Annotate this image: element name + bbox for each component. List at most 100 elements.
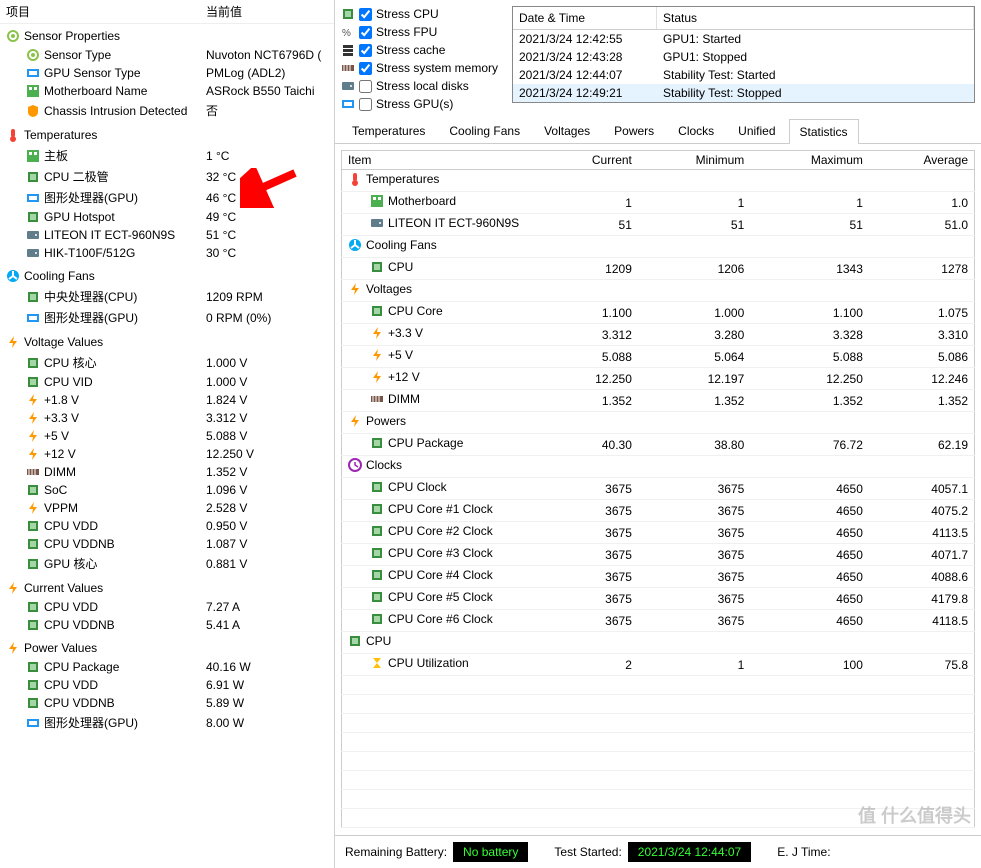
stats-item-row[interactable]: +3.3 V3.3123.2803.3283.310 bbox=[342, 324, 975, 346]
sensor-row[interactable]: 中央处理器(CPU)1209 RPM bbox=[6, 286, 328, 307]
tab-voltages[interactable]: Voltages bbox=[533, 118, 601, 143]
stats-item-row[interactable]: +12 V12.25012.19712.25012.246 bbox=[342, 368, 975, 390]
stats-minimum: 3675 bbox=[638, 610, 750, 632]
tab-statistics[interactable]: Statistics bbox=[789, 119, 859, 144]
sensor-row[interactable]: GPU Hotspot49 °C bbox=[6, 208, 328, 226]
sensor-row[interactable]: CPU 核心1.000 V bbox=[6, 352, 328, 373]
sensor-row[interactable]: CPU VDDNB5.89 W bbox=[6, 694, 328, 712]
stats-column-header[interactable]: Minimum bbox=[638, 151, 750, 170]
sensor-row[interactable]: CPU VDD6.91 W bbox=[6, 676, 328, 694]
stats-minimum: 12.197 bbox=[638, 368, 750, 390]
sensor-row[interactable]: HIK-T100F/512G30 °C bbox=[6, 244, 328, 262]
sensor-row[interactable]: CPU VDD0.950 V bbox=[6, 517, 328, 535]
sensor-tree-panel[interactable]: 项目 当前值 Sensor PropertiesSensor TypeNuvot… bbox=[0, 0, 335, 868]
gpu-icon bbox=[26, 191, 40, 205]
stats-item-row[interactable]: CPU Core #4 Clock3675367546504088.6 bbox=[342, 566, 975, 588]
dimm-icon bbox=[370, 392, 384, 406]
section-sensor-properties[interactable]: Sensor Properties bbox=[6, 26, 328, 46]
sensor-row[interactable]: 图形处理器(GPU)46 °C bbox=[6, 187, 328, 208]
stats-item-row[interactable]: CPU Core #2 Clock3675367546504113.5 bbox=[342, 522, 975, 544]
section-current-values[interactable]: Current Values bbox=[6, 578, 328, 598]
statistics-table[interactable]: ItemCurrentMinimumMaximumAverage Tempera… bbox=[341, 150, 975, 828]
stats-item-row[interactable]: CPU1209120613431278 bbox=[342, 258, 975, 280]
stress-checkbox[interactable] bbox=[359, 44, 372, 57]
stats-group-row[interactable]: Clocks bbox=[342, 456, 975, 478]
stats-item-row[interactable]: LITEON IT ECT-960N9S51515151.0 bbox=[342, 214, 975, 236]
sensor-row[interactable]: SoC1.096 V bbox=[6, 481, 328, 499]
stats-maximum: 4650 bbox=[750, 478, 869, 500]
stats-item-row[interactable]: DIMM1.3521.3521.3521.352 bbox=[342, 390, 975, 412]
section-cooling-fans[interactable]: Cooling Fans bbox=[6, 266, 328, 286]
section-temperatures[interactable]: Temperatures bbox=[6, 125, 328, 145]
stress-checkbox[interactable] bbox=[359, 98, 372, 111]
sensor-label: GPU Sensor Type bbox=[44, 66, 141, 80]
sensor-row[interactable]: +3.3 V3.312 V bbox=[6, 409, 328, 427]
tab-cooling-fans[interactable]: Cooling Fans bbox=[438, 118, 531, 143]
sensor-row[interactable]: DIMM1.352 V bbox=[6, 463, 328, 481]
log-row[interactable]: 2021/3/24 12:49:21Stability Test: Stoppe… bbox=[513, 84, 974, 102]
stats-item-row[interactable]: Motherboard1111.0 bbox=[342, 192, 975, 214]
section-power-values[interactable]: Power Values bbox=[6, 638, 328, 658]
tab-temperatures[interactable]: Temperatures bbox=[341, 118, 436, 143]
sensor-row[interactable]: GPU Sensor TypePMLog (ADL2) bbox=[6, 64, 328, 82]
stats-item-row[interactable]: CPU Package40.3038.8076.7262.19 bbox=[342, 434, 975, 456]
stats-group-row[interactable]: Voltages bbox=[342, 280, 975, 302]
stats-group-row[interactable]: CPU bbox=[342, 632, 975, 654]
sensor-row[interactable]: CPU VDDNB5.41 A bbox=[6, 616, 328, 634]
stress-checkbox[interactable] bbox=[359, 62, 372, 75]
stats-group-row[interactable]: Temperatures bbox=[342, 170, 975, 192]
stress-checkbox[interactable] bbox=[359, 26, 372, 39]
sensor-row[interactable]: CPU 二极管32 °C bbox=[6, 166, 328, 187]
sensor-row[interactable]: Sensor TypeNuvoton NCT6796D ( bbox=[6, 46, 328, 64]
stats-column-header[interactable]: Maximum bbox=[750, 151, 869, 170]
sensor-value: 1.000 V bbox=[206, 356, 328, 370]
sensor-row[interactable]: 图形处理器(GPU)8.00 W bbox=[6, 712, 328, 733]
sensor-row[interactable]: VPPM2.528 V bbox=[6, 499, 328, 517]
statistics-container[interactable]: ItemCurrentMinimumMaximumAverage Tempera… bbox=[335, 144, 981, 835]
sensor-row[interactable]: CPU VDD7.27 A bbox=[6, 598, 328, 616]
stats-item-row[interactable]: CPU Core #6 Clock3675367546504118.5 bbox=[342, 610, 975, 632]
sensor-value: 12.250 V bbox=[206, 447, 328, 461]
log-table[interactable]: Date & Time Status 2021/3/24 12:42:55GPU… bbox=[512, 6, 975, 103]
stats-group-row[interactable]: Cooling Fans bbox=[342, 236, 975, 258]
stats-item-row[interactable]: CPU Clock3675367546504057.1 bbox=[342, 478, 975, 500]
tab-unified[interactable]: Unified bbox=[727, 118, 786, 143]
sensor-row[interactable]: +12 V12.250 V bbox=[6, 445, 328, 463]
log-row[interactable]: 2021/3/24 12:44:07Stability Test: Starte… bbox=[513, 66, 974, 84]
tab-powers[interactable]: Powers bbox=[603, 118, 665, 143]
log-row[interactable]: 2021/3/24 12:42:55GPU1: Started bbox=[513, 30, 974, 48]
sensor-row[interactable]: CPU VDDNB1.087 V bbox=[6, 535, 328, 553]
section-voltage-values[interactable]: Voltage Values bbox=[6, 332, 328, 352]
stats-group-row[interactable]: Powers bbox=[342, 412, 975, 434]
chip-icon bbox=[26, 537, 40, 551]
sensor-row[interactable]: +5 V5.088 V bbox=[6, 427, 328, 445]
sensor-row[interactable]: CPU Package40.16 W bbox=[6, 658, 328, 676]
stats-average: 51.0 bbox=[869, 214, 975, 236]
log-row[interactable]: 2021/3/24 12:43:28GPU1: Stopped bbox=[513, 48, 974, 66]
stats-item-row[interactable]: +5 V5.0885.0645.0885.086 bbox=[342, 346, 975, 368]
sensor-row[interactable]: LITEON IT ECT-960N9S51 °C bbox=[6, 226, 328, 244]
sensor-row[interactable]: GPU 核心0.881 V bbox=[6, 553, 328, 574]
stats-column-header[interactable]: Current bbox=[542, 151, 638, 170]
sensor-row[interactable]: CPU VID1.000 V bbox=[6, 373, 328, 391]
chip-icon bbox=[370, 546, 384, 560]
sensor-row[interactable]: 图形处理器(GPU)0 RPM (0%) bbox=[6, 307, 328, 328]
sensor-row[interactable]: Motherboard NameASRock B550 Taichi bbox=[6, 82, 328, 100]
stats-item-row[interactable]: CPU Core #5 Clock3675367546504179.8 bbox=[342, 588, 975, 610]
stats-column-header[interactable]: Average bbox=[869, 151, 975, 170]
stress-checkbox[interactable] bbox=[359, 8, 372, 21]
stats-item-name: Motherboard bbox=[388, 194, 456, 208]
stats-item-row[interactable]: CPU Core1.1001.0001.1001.075 bbox=[342, 302, 975, 324]
sensor-row[interactable]: Chassis Intrusion Detected否 bbox=[6, 100, 328, 121]
stats-column-header[interactable]: Item bbox=[342, 151, 542, 170]
sensor-row[interactable]: +1.8 V1.824 V bbox=[6, 391, 328, 409]
stress-checkbox[interactable] bbox=[359, 80, 372, 93]
sensor-row[interactable]: 主板1 °C bbox=[6, 145, 328, 166]
stats-item-row[interactable]: CPU Core #1 Clock3675367546504075.2 bbox=[342, 500, 975, 522]
tab-clocks[interactable]: Clocks bbox=[667, 118, 725, 143]
stats-item-row[interactable]: CPU Core #3 Clock3675367546504071.7 bbox=[342, 544, 975, 566]
chip-icon bbox=[26, 519, 40, 533]
log-header-datetime: Date & Time bbox=[513, 7, 657, 29]
stats-maximum: 100 bbox=[750, 654, 869, 676]
stats-item-row[interactable]: CPU Utilization2110075.8 bbox=[342, 654, 975, 676]
